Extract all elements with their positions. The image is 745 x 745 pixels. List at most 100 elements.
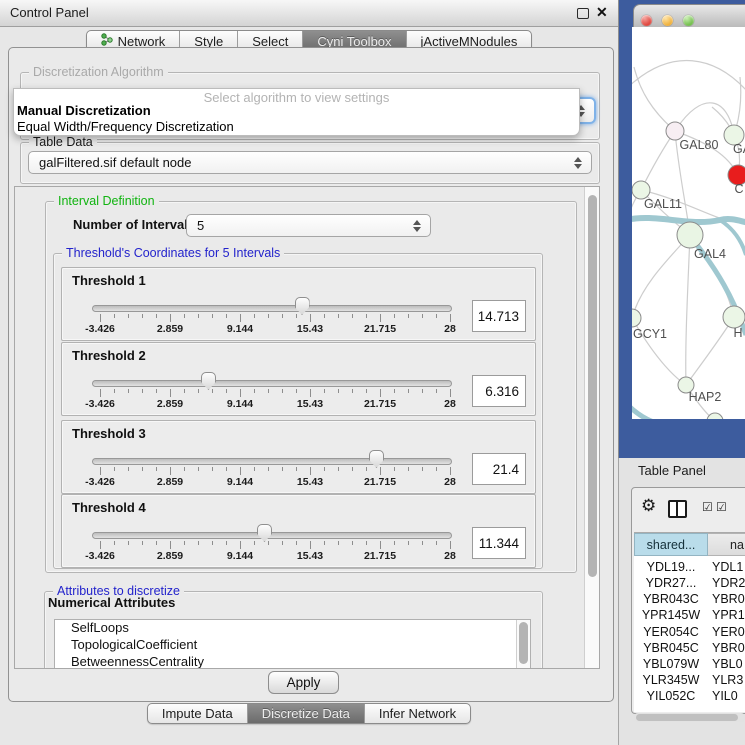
table-panel-title: Table Panel xyxy=(638,463,706,478)
table-row[interactable]: YIL052CYIL0 xyxy=(634,689,745,705)
checkbox-icon[interactable]: ☑ xyxy=(716,501,727,513)
tab-impute-data[interactable]: Impute Data xyxy=(148,704,248,723)
combo-arrows-icon xyxy=(574,157,582,169)
num-intervals-combobox[interactable]: 5 xyxy=(186,214,431,237)
group-label: Discretization Algorithm xyxy=(29,65,168,79)
slider-ticks xyxy=(100,467,450,476)
slider-tick-labels: -3.4262.8599.14415.4321.71528 xyxy=(100,550,450,562)
minimize-traffic-light-icon[interactable] xyxy=(662,15,673,26)
group-label: Table Data xyxy=(29,135,97,149)
network-node-label: C xyxy=(734,182,743,196)
slider-handle[interactable] xyxy=(201,372,216,390)
slider-handle[interactable] xyxy=(369,450,384,468)
slider-handle[interactable] xyxy=(257,524,272,542)
network-node-label: GCY1 xyxy=(633,327,667,341)
tab-label: Impute Data xyxy=(162,706,233,721)
table-data-combobox[interactable]: galFiltered.sif default node xyxy=(28,151,592,174)
network-node[interactable] xyxy=(707,413,723,419)
checkbox-icon[interactable]: ☑ xyxy=(702,501,713,513)
zoom-traffic-light-icon[interactable] xyxy=(683,15,694,26)
float-window-icon[interactable] xyxy=(577,8,589,19)
node-table[interactable]: shared... na YDL19...YDL1 YDR27...YDR2 Y… xyxy=(634,532,745,712)
network-node-label: H xyxy=(733,326,742,340)
table-row[interactable]: YDL19...YDL1 xyxy=(634,560,745,576)
table-panel: Table Panel ⚙ ☑ ☑ shared... na YDL19...Y… xyxy=(618,458,745,745)
network-node[interactable] xyxy=(723,306,745,328)
network-node-label: GAL11 xyxy=(644,197,682,211)
combo-value: galFiltered.sif default node xyxy=(39,155,191,170)
network-view-canvas[interactable]: GAL80 GA C GAL11 GAL4 GCY1 H HAP2 xyxy=(632,27,745,419)
bottom-tab-bar: Impute Data Discretize Data Infer Networ… xyxy=(0,703,618,724)
table-row[interactable]: YDR27...YDR2 xyxy=(634,576,745,592)
network-node-label: HAP2 xyxy=(689,390,722,404)
slider-track[interactable] xyxy=(92,532,452,539)
list-item[interactable]: SelfLoops xyxy=(55,620,530,637)
list-scrollbar[interactable] xyxy=(516,620,530,668)
slider-tick-labels: -3.4262.8599.14415.4321.71528 xyxy=(100,398,450,410)
threshold-label: Threshold 3 xyxy=(72,426,146,441)
table-horizontal-scrollbar[interactable] xyxy=(634,713,745,722)
slider-tick-labels: -3.4262.8599.14415.4321.71528 xyxy=(100,476,450,488)
list-item[interactable]: TopologicalCoefficient xyxy=(55,637,530,654)
algorithm-dropdown-popup: Select algorithm to view settings Manual… xyxy=(13,88,580,136)
table-row[interactable]: YER054CYER0 xyxy=(634,625,745,641)
tab-discretize-data[interactable]: Discretize Data xyxy=(248,704,365,723)
table-row[interactable]: YBR043CYBR0 xyxy=(634,592,745,608)
network-node[interactable] xyxy=(632,309,641,327)
threshold-label: Threshold 4 xyxy=(72,500,146,515)
window-title: Control Panel xyxy=(10,5,89,20)
network-node-label: GAL4 xyxy=(694,247,726,261)
combo-arrows-icon xyxy=(413,220,421,232)
close-traffic-light-icon[interactable] xyxy=(641,15,652,26)
slider-ticks xyxy=(100,389,450,398)
popup-item-equal-width[interactable]: Equal Width/Frequency Discretization xyxy=(17,119,234,134)
threshold-1-box: Threshold 1 -3.4262.8599.14415.4321.7152… xyxy=(61,267,536,341)
table-toolbar: ⚙ ☑ ☑ xyxy=(632,488,745,528)
numerical-attributes-label: Numerical Attributes xyxy=(48,595,175,610)
table-row[interactable]: YBR045CYBR0 xyxy=(634,641,745,657)
threshold-value-field[interactable]: 14.713 xyxy=(472,300,526,332)
threshold-label: Threshold 2 xyxy=(72,348,146,363)
network-node[interactable] xyxy=(677,222,703,248)
group-label: Interval Definition xyxy=(54,194,159,208)
control-panel-titlebar: Control Panel ✕ xyxy=(0,0,618,27)
slider-track[interactable] xyxy=(92,305,452,312)
popup-item-manual[interactable]: Manual Discretization xyxy=(17,103,151,118)
gear-icon[interactable]: ⚙ xyxy=(641,497,656,514)
settings-scroll-pane: Interval Definition Number of Intervals … xyxy=(14,186,600,669)
list-item[interactable]: BetweennessCentrality xyxy=(55,654,530,669)
tab-label: Infer Network xyxy=(379,706,456,721)
threshold-4-box: Threshold 4 -3.4262.8599.14415.4321.7152… xyxy=(61,494,536,568)
tab-label: Discretize Data xyxy=(262,706,350,721)
threshold-3-box: Threshold 3 -3.4262.8599.14415.4321.7152… xyxy=(61,420,536,494)
threshold-value-field[interactable]: 6.316 xyxy=(472,375,526,407)
threshold-value-field[interactable]: 21.4 xyxy=(472,453,526,485)
slider-ticks xyxy=(100,541,450,550)
column-header-shared-name[interactable]: shared... xyxy=(634,533,708,556)
threshold-value-field[interactable]: 11.344 xyxy=(472,527,526,559)
network-node-label: GA xyxy=(733,142,745,156)
threshold-label: Threshold 1 xyxy=(72,273,146,288)
threshold-2-box: Threshold 2 -3.4262.8599.14415.4321.7152… xyxy=(61,342,536,416)
network-window-titlebar[interactable] xyxy=(633,4,745,29)
close-icon[interactable]: ✕ xyxy=(596,4,608,21)
settings-scrollbar[interactable] xyxy=(584,187,599,668)
split-columns-icon[interactable] xyxy=(668,500,687,518)
numerical-attributes-list[interactable]: SelfLoops TopologicalCoefficient Between… xyxy=(54,619,531,669)
screen: Control Panel ✕ Network Style Select Cyn… xyxy=(0,0,745,745)
table-row[interactable]: YLR345WYLR3 xyxy=(634,673,745,689)
apply-button[interactable]: Apply xyxy=(268,671,339,694)
slider-track[interactable] xyxy=(92,458,452,465)
slider-tick-labels: -3.4262.8599.14415.4321.71528 xyxy=(100,323,450,335)
slider-track[interactable] xyxy=(92,380,452,387)
table-row[interactable]: YPR145WYPR1 xyxy=(634,608,745,624)
column-header-name[interactable]: na xyxy=(708,533,745,556)
group-label: Threshold's Coordinates for 5 Intervals xyxy=(62,246,284,260)
slider-handle[interactable] xyxy=(295,297,310,315)
num-intervals-label: Number of Intervals xyxy=(73,217,195,232)
combo-value: 5 xyxy=(197,218,204,233)
network-node-label: GAL80 xyxy=(680,138,719,152)
slider-ticks xyxy=(100,314,450,323)
tab-infer-network[interactable]: Infer Network xyxy=(365,704,470,723)
table-row[interactable]: YBL079WYBL0 xyxy=(634,657,745,673)
